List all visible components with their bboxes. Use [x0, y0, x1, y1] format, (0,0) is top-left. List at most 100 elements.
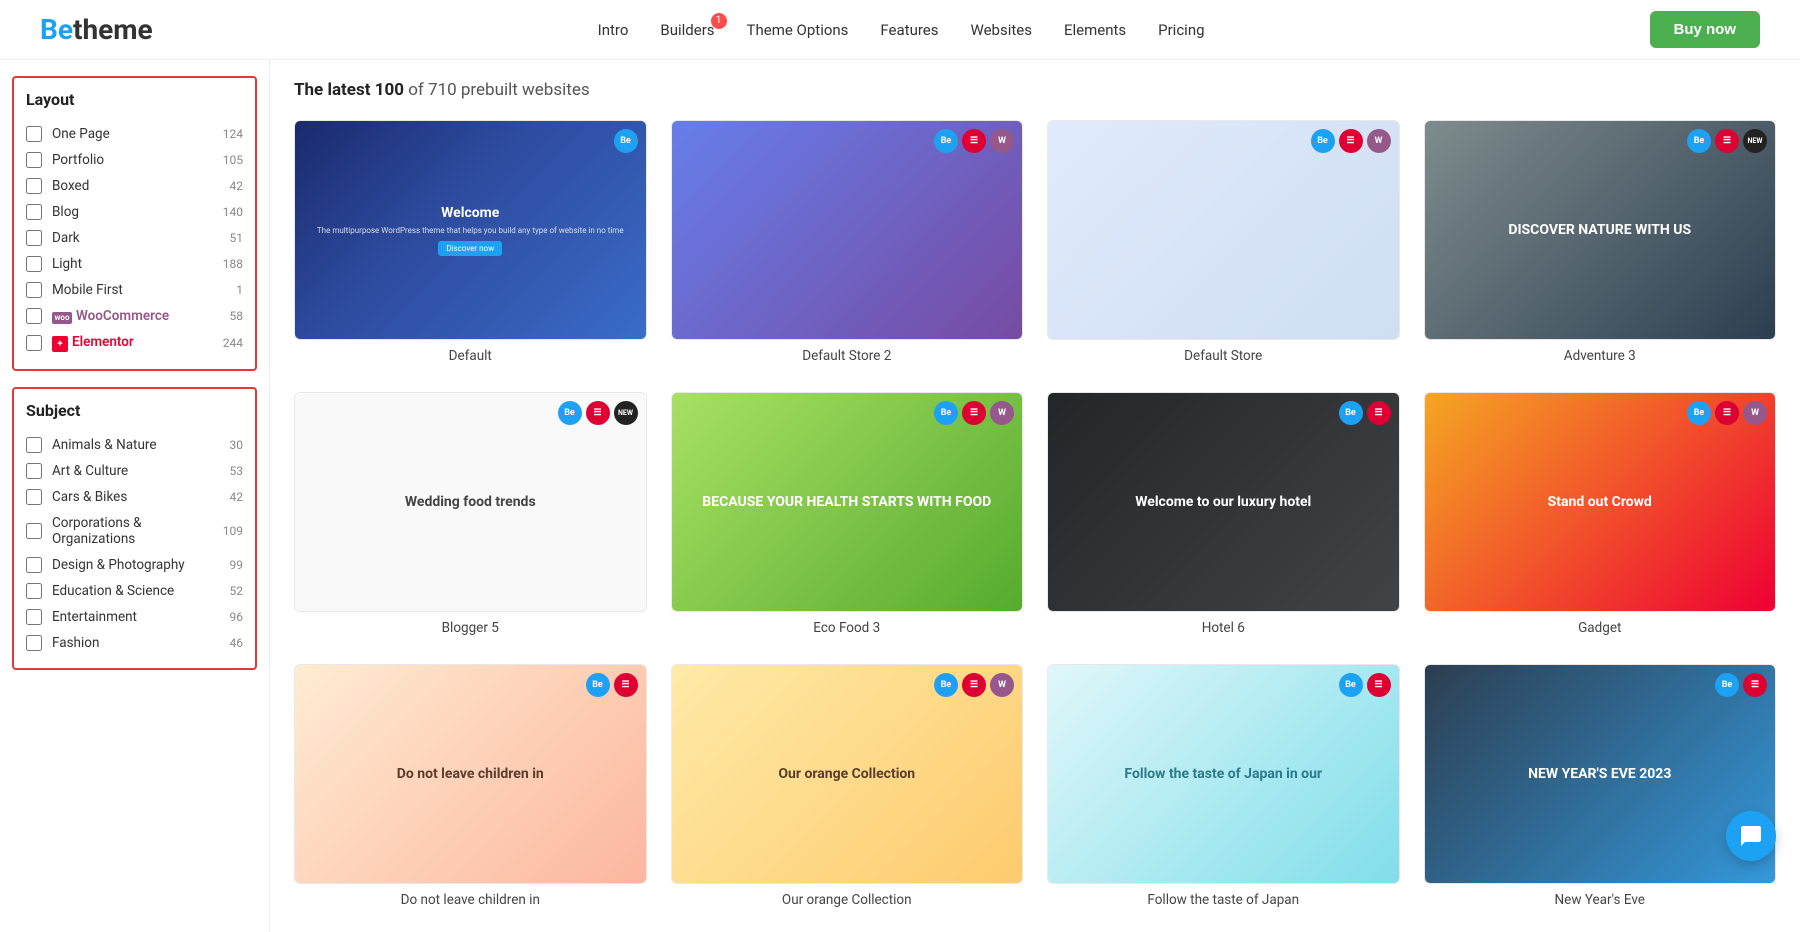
card-thumb-blogger-5: Wedding food trendsBe☰NEW	[294, 392, 647, 612]
card-gadget[interactable]: Stand out CrowdBe☰WGadget	[1424, 392, 1777, 640]
subject-count-education-science: 52	[230, 584, 244, 598]
checkbox-one-page[interactable]	[26, 126, 42, 142]
layout-item-one-page[interactable]: One Page124	[26, 121, 243, 147]
filter-count-light: 188	[223, 257, 243, 271]
nav-intro[interactable]: Intro	[598, 21, 629, 39]
card-donot-leave[interactable]: Do not leave children inBe☰Do not leave …	[294, 664, 647, 912]
subject-items: Animals & Nature30Art & Culture53Cars & …	[26, 432, 243, 656]
badge-el-adventure-3: ☰	[1715, 129, 1739, 153]
subject-item-fashion[interactable]: Fashion46	[26, 630, 243, 656]
card-orange-collection[interactable]: Our orange CollectionBe☰WOur orange Coll…	[671, 664, 1024, 912]
nav-pricing[interactable]: Pricing	[1158, 21, 1204, 39]
subject-item-corporations-organizations[interactable]: Corporations & Organizations109	[26, 510, 243, 552]
card-label-default: Default	[294, 340, 647, 368]
filter-count-mobile-first: 1	[236, 283, 243, 297]
nav-builders[interactable]: Builders 1	[660, 21, 714, 39]
subject-item-education-science[interactable]: Education & Science52	[26, 578, 243, 604]
layout-item-dark[interactable]: Dark51	[26, 225, 243, 251]
card-label-orange-collection: Our orange Collection	[671, 884, 1024, 912]
nav-websites[interactable]: Websites	[971, 21, 1032, 39]
card-badges-default-store-2: Be☰W	[934, 129, 1014, 153]
card-japanese-food[interactable]: Follow the taste of Japan in ourBe☰Follo…	[1047, 664, 1400, 912]
subject-item-design-photography[interactable]: Design & Photography99	[26, 552, 243, 578]
main-layout: Layout One Page124Portfolio105Boxed42Blo…	[0, 60, 1800, 932]
filter-label-woocommerce: wooWooCommerce	[52, 308, 230, 324]
badge-woo-default-store: W	[1367, 129, 1391, 153]
logo[interactable]: Betheme	[40, 13, 153, 46]
badge-new-adventure-3: NEW	[1743, 129, 1767, 153]
subject-item-entertainment[interactable]: Entertainment96	[26, 604, 243, 630]
filter-label-portfolio: Portfolio	[52, 152, 223, 168]
website-grid: WelcomeThe multipurpose WordPress theme …	[294, 120, 1776, 912]
layout-item-light[interactable]: Light188	[26, 251, 243, 277]
card-badges-japanese-food: Be☰	[1339, 673, 1391, 697]
checkbox-subject-entertainment[interactable]	[26, 609, 42, 625]
badge-woo-default-store-2: W	[990, 129, 1014, 153]
subject-item-cars-bikes[interactable]: Cars & Bikes42	[26, 484, 243, 510]
card-label-donot-leave: Do not leave children in	[294, 884, 647, 912]
card-new-year[interactable]: NEW YEAR'S EVE 2023Be☰New Year's Eve	[1424, 664, 1777, 912]
checkbox-subject-education-science[interactable]	[26, 583, 42, 599]
subject-label-cars-bikes: Cars & Bikes	[52, 489, 230, 505]
checkbox-boxed[interactable]	[26, 178, 42, 194]
badge-be-default-store: Be	[1311, 129, 1335, 153]
layout-title: Layout	[26, 90, 243, 109]
checkbox-light[interactable]	[26, 256, 42, 272]
checkbox-subject-corporations-organizations[interactable]	[26, 523, 42, 539]
checkbox-subject-design-photography[interactable]	[26, 557, 42, 573]
layout-items: One Page124Portfolio105Boxed42Blog140Dar…	[26, 121, 243, 357]
checkbox-mobile-first[interactable]	[26, 282, 42, 298]
layout-item-mobile-first[interactable]: Mobile First1	[26, 277, 243, 303]
layout-item-woocommerce[interactable]: wooWooCommerce58	[26, 303, 243, 329]
filter-label-light: Light	[52, 256, 223, 272]
card-default[interactable]: WelcomeThe multipurpose WordPress theme …	[294, 120, 647, 368]
checkbox-woocommerce[interactable]	[26, 308, 42, 324]
card-badges-gadget: Be☰W	[1687, 401, 1767, 425]
subject-count-corporations-organizations: 109	[223, 524, 243, 538]
subject-item-art-culture[interactable]: Art & Culture53	[26, 458, 243, 484]
checkbox-dark[interactable]	[26, 230, 42, 246]
card-thumb-orange-collection: Our orange CollectionBe☰W	[671, 664, 1024, 884]
layout-item-boxed[interactable]: Boxed42	[26, 173, 243, 199]
checkbox-subject-cars-bikes[interactable]	[26, 489, 42, 505]
filter-count-boxed: 42	[230, 179, 244, 193]
badge-el-donot-leave: ☰	[614, 673, 638, 697]
card-blogger-5[interactable]: Wedding food trendsBe☰NEWBlogger 5	[294, 392, 647, 640]
layout-filter-section: Layout One Page124Portfolio105Boxed42Blo…	[12, 76, 257, 371]
card-thumb-default: WelcomeThe multipurpose WordPress theme …	[294, 120, 647, 340]
subject-item-animals-nature[interactable]: Animals & Nature30	[26, 432, 243, 458]
card-label-new-year: New Year's Eve	[1424, 884, 1777, 912]
card-default-store-2[interactable]: Be☰WDefault Store 2	[671, 120, 1024, 368]
subject-label-fashion: Fashion	[52, 635, 230, 651]
badge-woo-gadget: W	[1743, 401, 1767, 425]
nav-theme-options[interactable]: Theme Options	[747, 21, 849, 39]
checkbox-blog[interactable]	[26, 204, 42, 220]
card-adventure-3[interactable]: DISCOVER NATURE WITH USBe☰NEWAdventure 3	[1424, 120, 1777, 368]
layout-item-blog[interactable]: Blog140	[26, 199, 243, 225]
chat-bubble[interactable]	[1726, 811, 1776, 861]
badge-be-hotel-6: Be	[1339, 401, 1363, 425]
buy-now-button[interactable]: Buy now	[1650, 11, 1761, 48]
card-eco-food-3[interactable]: BECAUSE YOUR HEALTH STARTS WITH FOODBe☰W…	[671, 392, 1024, 640]
layout-item-elementor[interactable]: ✦Elementor244	[26, 329, 243, 357]
card-badges-new-year: Be☰	[1715, 673, 1767, 697]
checkbox-subject-animals-nature[interactable]	[26, 437, 42, 453]
checkbox-elementor[interactable]	[26, 335, 42, 351]
card-label-eco-food-3: Eco Food 3	[671, 612, 1024, 640]
card-label-blogger-5: Blogger 5	[294, 612, 647, 640]
checkbox-portfolio[interactable]	[26, 152, 42, 168]
badge-be-adventure-3: Be	[1687, 129, 1711, 153]
subject-count-art-culture: 53	[230, 464, 244, 478]
card-thumb-adventure-3: DISCOVER NATURE WITH USBe☰NEW	[1424, 120, 1777, 340]
checkbox-subject-art-culture[interactable]	[26, 463, 42, 479]
card-default-store[interactable]: Be☰WDefault Store	[1047, 120, 1400, 368]
layout-item-portfolio[interactable]: Portfolio105	[26, 147, 243, 173]
subject-count-entertainment: 96	[230, 610, 244, 624]
nav-features[interactable]: Features	[880, 21, 938, 39]
nav-elements[interactable]: Elements	[1064, 21, 1126, 39]
checkbox-subject-fashion[interactable]	[26, 635, 42, 651]
badge-el-hotel-6: ☰	[1367, 401, 1391, 425]
subject-label-education-science: Education & Science	[52, 583, 230, 599]
card-hotel-6[interactable]: Welcome to our luxury hotelBe☰Hotel 6	[1047, 392, 1400, 640]
badge-woo-eco-food-3: W	[990, 401, 1014, 425]
